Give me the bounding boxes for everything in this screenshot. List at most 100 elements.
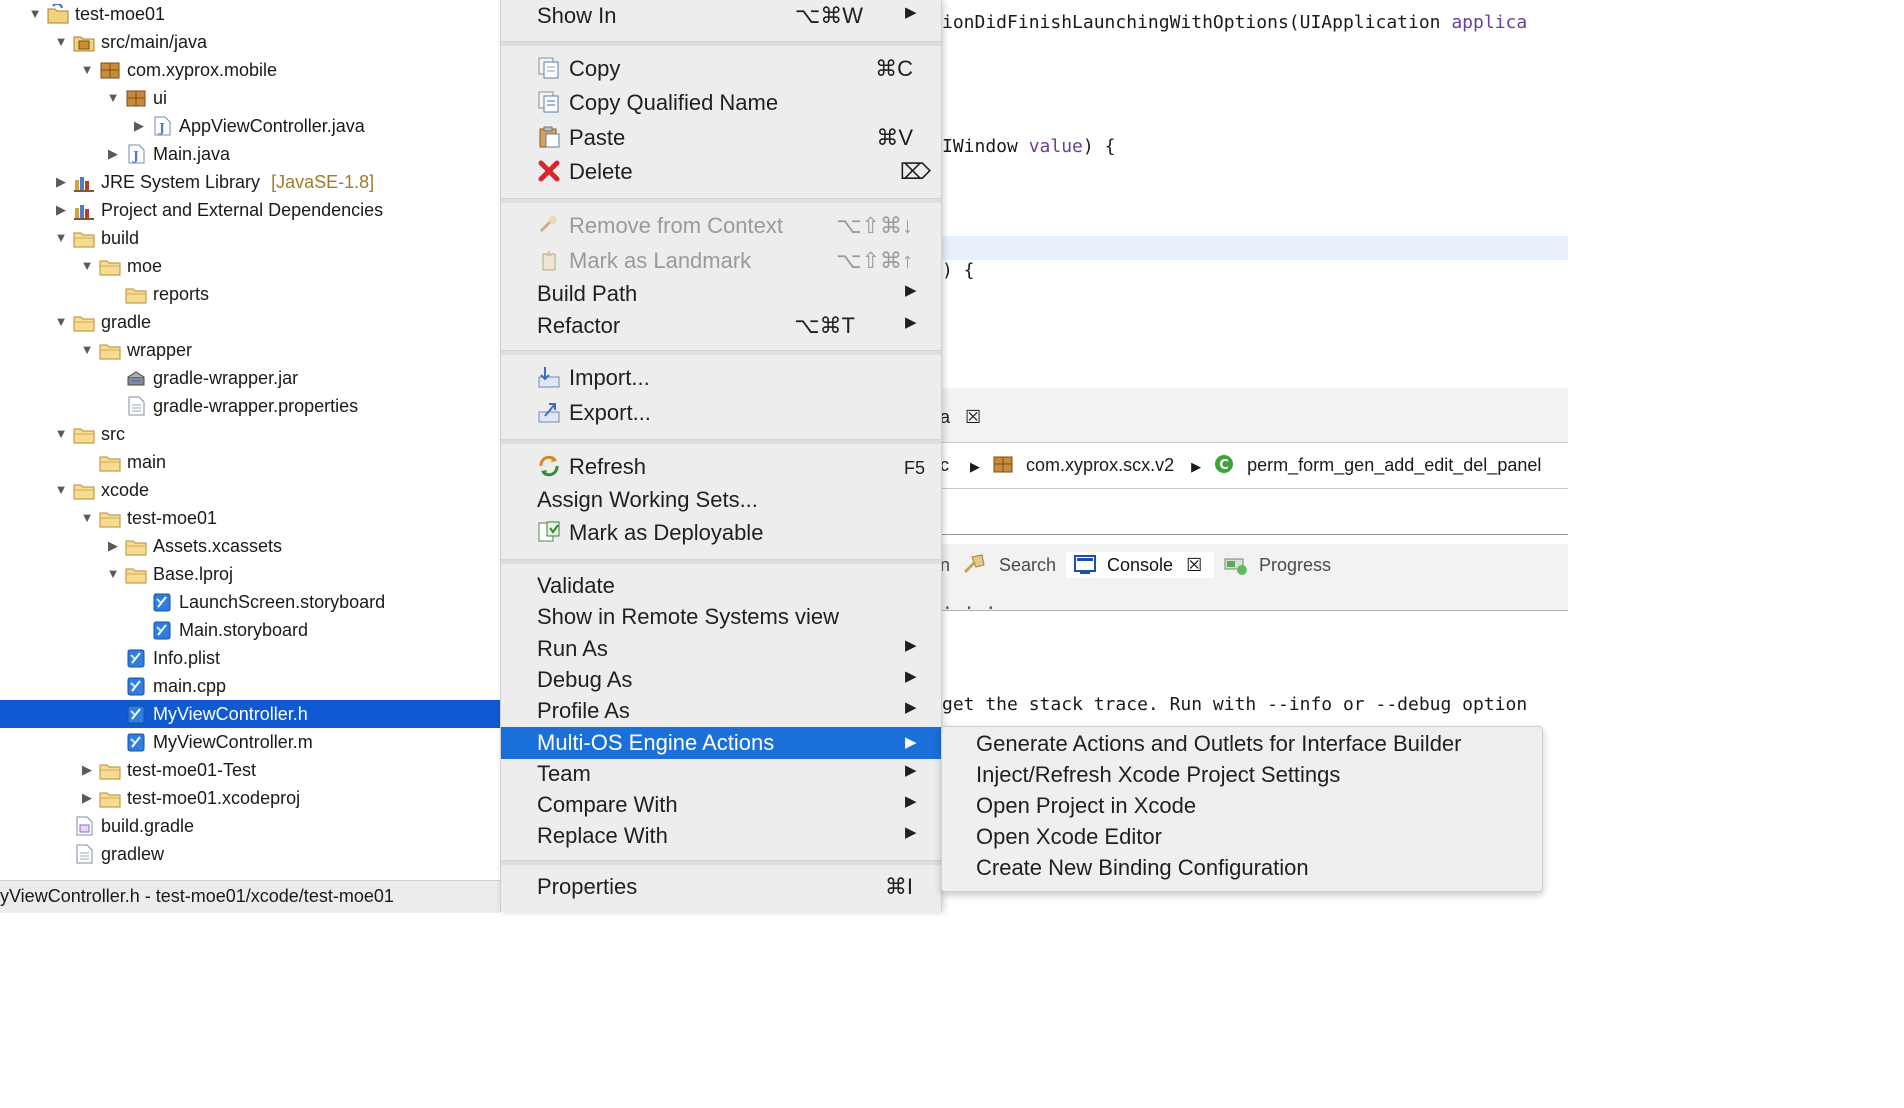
tree-item[interactable]: main	[0, 448, 500, 476]
chevron-down-icon[interactable]: ▼	[28, 0, 42, 28]
tree-item[interactable]: ▼ ui	[0, 84, 500, 112]
chevron-right-icon[interactable]: ▶	[80, 756, 94, 784]
submenu-item-generate-actions-outlets[interactable]: Generate Actions and Outlets for Interfa…	[976, 731, 1462, 757]
tree-item[interactable]: ▶ J AppViewController.java	[0, 112, 500, 140]
tree-item-decoration: [JavaSE-1.8]	[271, 172, 375, 192]
tree-item[interactable]: ▼ xcode	[0, 476, 500, 504]
tree-item-label: gradle	[101, 312, 152, 332]
tree-item[interactable]: ▼ wrapper	[0, 336, 500, 364]
chevron-down-icon[interactable]: ▼	[80, 252, 94, 280]
code-line[interactable]: ) {	[942, 260, 975, 281]
tree-item[interactable]: reports	[0, 280, 500, 308]
paste-icon	[537, 125, 561, 149]
tree-item[interactable]: Main.storyboard	[0, 616, 500, 644]
current-line-highlight	[940, 236, 1568, 260]
submenu-item-open-xcode-editor[interactable]: Open Xcode Editor	[976, 824, 1162, 850]
console-output-line: get the stack trace. Run with --info or …	[942, 694, 1528, 715]
chevron-down-icon[interactable]: ▼	[54, 224, 68, 252]
tree-item[interactable]: MyViewController.m	[0, 728, 500, 756]
tree-item[interactable]: gradle-wrapper.jar	[0, 364, 500, 392]
chevron-right-icon[interactable]: ▶	[132, 112, 146, 140]
project-icon	[47, 2, 69, 24]
folder-icon	[99, 508, 121, 528]
tree-item[interactable]: Info.plist	[0, 644, 500, 672]
tree-item[interactable]: LaunchScreen.storyboard	[0, 588, 500, 616]
submenu-item-open-project-in-xcode[interactable]: Open Project in Xcode	[976, 793, 1196, 819]
chevron-down-icon[interactable]: ▼	[54, 308, 68, 336]
tab-search[interactable]: Search	[962, 552, 1056, 578]
tree-item-label: wrapper	[127, 340, 193, 360]
submenu-arrow-icon: ▶	[905, 668, 917, 685]
tree-item[interactable]: ▼ com.xyprox.mobile	[0, 56, 500, 84]
tree-item-label: gradle-wrapper.jar	[153, 368, 299, 388]
multi-os-engine-submenu: Generate Actions and Outlets for Interfa…	[941, 726, 1543, 892]
tree-item[interactable]: build.gradle	[0, 812, 500, 840]
breadcrumb-package[interactable]: com.xyprox.scx.v2	[1026, 455, 1174, 475]
close-tab-icon[interactable]: ☒	[1186, 555, 1202, 575]
menu-item-multi-os-engine-actions[interactable]: Multi-OS Engine Actions ▶	[501, 727, 941, 759]
chevron-down-icon[interactable]: ▼	[54, 28, 68, 56]
chevron-down-icon[interactable]: ▼	[80, 504, 94, 532]
submenu-arrow-icon: ▶	[905, 637, 917, 654]
chevron-down-icon[interactable]: ▼	[54, 476, 68, 504]
tree-item[interactable]: ▼ test-moe01	[0, 504, 500, 532]
chevron-right-icon[interactable]: ▶	[54, 168, 68, 196]
console-dots: · · ·	[942, 598, 997, 619]
tree-item[interactable]: main.cpp	[0, 672, 500, 700]
tree-item[interactable]: ▼ build	[0, 224, 500, 252]
chevron-down-icon[interactable]: ▼	[106, 560, 120, 588]
chevron-right-icon[interactable]: ▶	[80, 784, 94, 812]
refresh-icon	[537, 454, 561, 478]
tree-item[interactable]: ▼ src	[0, 420, 500, 448]
code-line[interactable]: ionDidFinishLaunchingWithOptions(UIAppli…	[942, 12, 1527, 33]
chevron-down-icon[interactable]: ▼	[80, 56, 94, 84]
tree-item[interactable]: gradle-wrapper.properties	[0, 392, 500, 420]
tree-item[interactable]: ▼ Base.lproj	[0, 560, 500, 588]
editor-tab-strip	[940, 388, 1568, 442]
text-file-icon	[125, 396, 147, 416]
tree-item-label: test-moe01.xcodeproj	[127, 788, 301, 808]
tree-item[interactable]: ▼ gradle	[0, 308, 500, 336]
breadcrumb-arrow-icon: ▶	[970, 459, 981, 474]
tree-item[interactable]: ▶ Assets.xcassets	[0, 532, 500, 560]
submenu-item-create-binding-config[interactable]: Create New Binding Configuration	[976, 855, 1309, 881]
tree-item[interactable]: MyViewController.h	[0, 700, 500, 728]
folder-icon	[73, 228, 95, 248]
chevron-right-icon[interactable]: ▶	[106, 532, 120, 560]
close-tab-icon[interactable]: ☒	[965, 407, 981, 427]
tab-console[interactable]: Console ☒	[1066, 552, 1214, 578]
tree-item[interactable]: ▶ test-moe01-Test	[0, 756, 500, 784]
jar-icon	[125, 368, 147, 388]
tree-item[interactable]: ▶ J Main.java	[0, 140, 500, 168]
chevron-down-icon[interactable]: ▼	[106, 84, 120, 112]
tab-progress[interactable]: Progress	[1224, 552, 1331, 578]
folder-icon	[125, 564, 147, 584]
code-line[interactable]: IWindow value) {	[942, 136, 1115, 157]
breadcrumb-class[interactable]: perm_form_gen_add_edit_del_panel	[1247, 455, 1541, 475]
console-icon	[1074, 555, 1096, 575]
tree-item[interactable]: ▶ JRE System Library [JavaSE-1.8]	[0, 168, 500, 196]
tree-item-label: build.gradle	[101, 816, 195, 836]
tree-item[interactable]: ▼ moe	[0, 252, 500, 280]
chevron-down-icon[interactable]: ▼	[80, 336, 94, 364]
xcode-file-icon	[125, 704, 147, 724]
folder-icon	[73, 424, 95, 444]
chevron-right-icon[interactable]: ▶	[54, 196, 68, 224]
tree-item[interactable]: ▼ test-moe01	[0, 0, 500, 28]
import-icon	[537, 365, 561, 389]
tree-item-label: test-moe01-Test	[127, 760, 257, 780]
tree-item-label: gradlew	[101, 844, 165, 864]
tree-item[interactable]: ▼ src/main/java	[0, 28, 500, 56]
breadcrumb-arrow-icon: ▶	[1191, 459, 1202, 474]
chevron-right-icon[interactable]: ▶	[106, 140, 120, 168]
chevron-down-icon[interactable]: ▼	[54, 420, 68, 448]
submenu-item-inject-refresh-xcode[interactable]: Inject/Refresh Xcode Project Settings	[976, 762, 1340, 788]
tree-item-label: src	[101, 424, 125, 444]
tree-item[interactable]: gradlew	[0, 840, 500, 868]
tree-item[interactable]: ▶ test-moe01.xcodeproj	[0, 784, 500, 812]
library-icon	[73, 200, 95, 220]
class-icon: C	[1214, 454, 1234, 474]
tree-item[interactable]: ▶ Project and External Dependencies	[0, 196, 500, 224]
folder-icon	[99, 256, 121, 276]
editor-tab[interactable]: a ☒	[940, 407, 981, 428]
